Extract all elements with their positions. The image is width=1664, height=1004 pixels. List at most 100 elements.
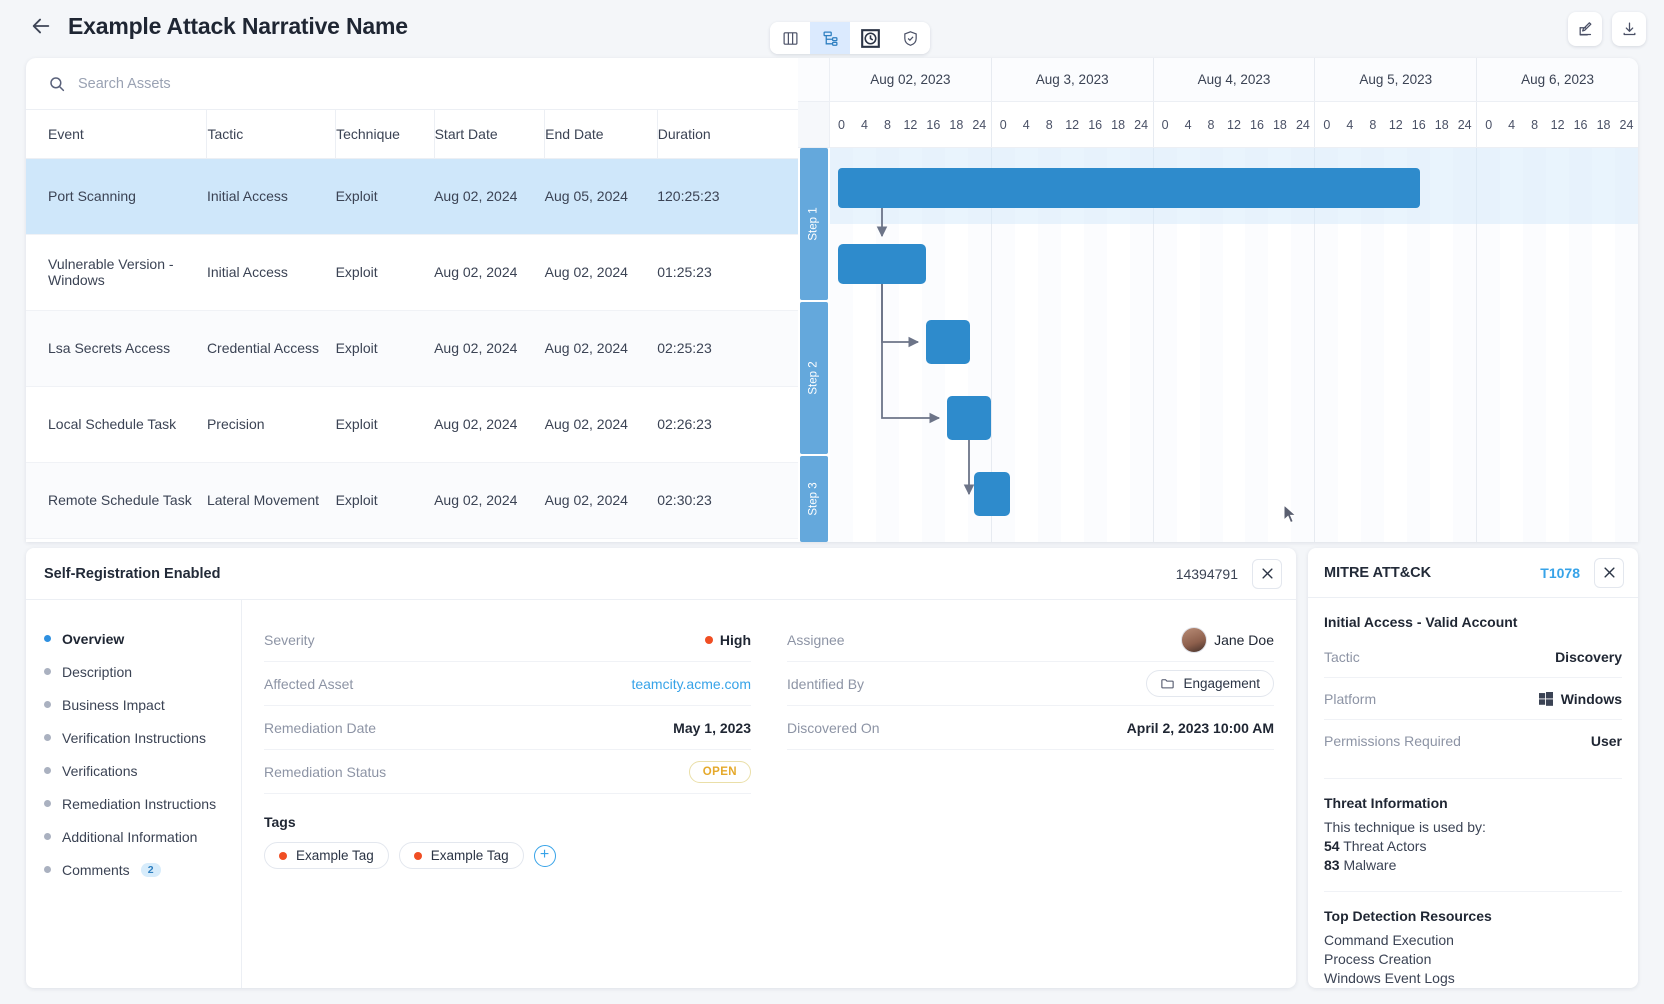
folder-icon [1161,679,1175,689]
table-row[interactable]: Port Scanning Initial Access Exploit Aug… [26,158,798,235]
table-row[interactable]: Lsa Secrets Access Credential Access Exp… [26,310,798,387]
gantt-date-4: Aug 6, 2023 [1477,58,1638,101]
bullet-icon [44,668,51,675]
nav-item-overview[interactable]: Overview [44,622,241,655]
step-marker-1[interactable]: Step 1 [800,148,828,300]
nav-item-remediation-instructions[interactable]: Remediation Instructions [44,787,241,820]
cell-tactic: Precision [206,386,336,463]
columns-view-button[interactable] [770,22,810,54]
download-button[interactable] [1612,12,1646,46]
columns-icon [783,31,797,45]
gantt-steps-column: Step 1 Step 2 Step 3 [798,148,830,542]
bullet-icon [44,734,51,741]
bullet-icon [44,635,51,642]
detection-item: Process Creation [1324,951,1432,967]
nav-label: Additional Information [62,828,198,845]
timeline-view-button[interactable] [850,22,890,54]
close-mitre-button[interactable] [1594,557,1624,588]
field-discovered-on: Discovered On April 2, 2023 10:00 AM [787,706,1274,750]
events-table: Event Tactic Technique Start Date End Da… [26,110,798,539]
hour-tick: 18 [1111,117,1126,132]
table-row[interactable]: Vulnerable Version - Windows Initial Acc… [26,234,798,311]
hour-tick: 16 [926,117,941,132]
step-label: Step 2 [808,361,820,395]
gantt-hour-header: 0 4 8 12 16 18 24 0 4 8 12 16 18 24 0 4 … [798,102,1638,148]
step-marker-2[interactable]: Step 2 [800,302,828,454]
cell-end: Aug 02, 2024 [544,234,658,311]
column-header-start-date[interactable]: Start Date [434,110,546,159]
step-marker-3[interactable]: Step 3 [800,456,828,542]
bullet-icon [44,833,51,840]
nav-item-description[interactable]: Description [44,655,241,688]
gantt-bar-lsa-secrets[interactable] [926,320,970,364]
finding-detail-panel: Self-Registration Enabled 14394791 Overv… [26,548,1296,988]
hour-tick: 4 [1022,117,1030,132]
cell-tactic: Lateral Movement [206,462,336,539]
field-label: Severity [264,631,315,648]
severity-text: High [719,631,751,648]
nav-item-verifications[interactable]: Verifications [44,754,241,787]
table-row[interactable]: Remote Schedule Task Lateral Movement Ex… [26,462,798,539]
column-header-duration[interactable]: Duration [657,110,798,159]
field-remediation-date: Remediation Date May 1, 2023 [264,706,751,750]
cell-end: Aug 02, 2024 [544,462,658,539]
finding-title: Self-Registration Enabled [44,565,221,582]
tag-chip[interactable]: Example Tag [264,842,389,869]
cell-technique: Exploit [335,234,435,311]
tag-chip[interactable]: Example Tag [398,842,524,869]
threat-actors-count: 54 [1324,838,1340,854]
column-header-event[interactable]: Event [26,110,208,159]
mitre-value: Discovery [1555,648,1622,665]
hour-tick: 4 [1346,117,1354,132]
field-identified-by: Identified By Engagement [787,662,1274,706]
affected-asset-link[interactable]: teamcity.acme.com [631,676,751,692]
close-detail-button[interactable] [1252,558,1282,589]
mitre-label: Permissions Required [1324,733,1461,749]
hour-tick: 8 [883,117,891,132]
hour-tick: 8 [1207,117,1215,132]
table-row[interactable]: Local Schedule Task Precision Exploit Au… [26,386,798,463]
back-button[interactable] [26,11,56,41]
gantt-chart: Aug 02, 2023 Aug 3, 2023 Aug 4, 2023 Aug… [798,58,1638,542]
malware-line: 83 Malware [1324,856,1622,875]
column-header-end-date[interactable]: End Date [544,110,658,159]
hour-tick: 24 [1457,117,1472,132]
cell-event: Remote Schedule Task [26,462,207,539]
nav-item-business-impact[interactable]: Business Impact [44,688,241,721]
hierarchy-view-button[interactable] [810,22,850,54]
hour-tick: 4 [860,117,868,132]
identified-by-chip[interactable]: Engagement [1146,670,1274,697]
detection-resources-section: Top Detection Resources Command Executio… [1324,892,1622,988]
comments-count-badge: 2 [140,862,161,877]
mitre-row-platform: Platform Windows [1324,678,1622,720]
gantt-connectors [876,208,975,496]
nav-item-additional-information[interactable]: Additional Information [44,820,241,853]
security-view-button[interactable] [890,22,930,54]
field-assignee: Assignee Jane Doe [787,618,1274,662]
column-header-tactic[interactable]: Tactic [206,110,337,159]
bottom-panels: Self-Registration Enabled 14394791 Overv… [26,548,1638,988]
cell-tactic: Credential Access [206,310,336,387]
gantt-hour-spacer [798,102,830,147]
cell-end: Aug 02, 2024 [544,386,658,463]
gantt-hours-day-0: 0 4 8 12 16 18 24 [830,102,992,147]
column-header-technique[interactable]: Technique [335,110,435,159]
avatar [1181,626,1208,653]
search-input[interactable] [78,75,478,92]
gantt-bar-local-schedule-task[interactable] [947,396,991,440]
cell-event: Port Scanning [26,158,207,235]
nav-item-comments[interactable]: Comments 2 [44,853,241,886]
field-label: Discovered On [787,719,880,736]
mitre-technique-id[interactable]: T1078 [1540,565,1580,581]
bullet-icon [44,800,51,807]
gantt-date-1: Aug 3, 2023 [991,58,1154,101]
gantt-bar-remote-schedule-task[interactable] [974,472,1010,516]
nav-item-verification-instructions[interactable]: Verification Instructions [44,721,241,754]
cell-duration: 02:30:23 [657,462,798,539]
add-tag-button[interactable]: + [533,844,556,867]
table-header-row: Event Tactic Technique Start Date End Da… [26,110,798,159]
events-pane: Event Tactic Technique Start Date End Da… [26,58,798,542]
nav-label: Comments [62,861,130,878]
malware-count: 83 [1324,857,1340,873]
edit-button[interactable] [1568,12,1602,46]
